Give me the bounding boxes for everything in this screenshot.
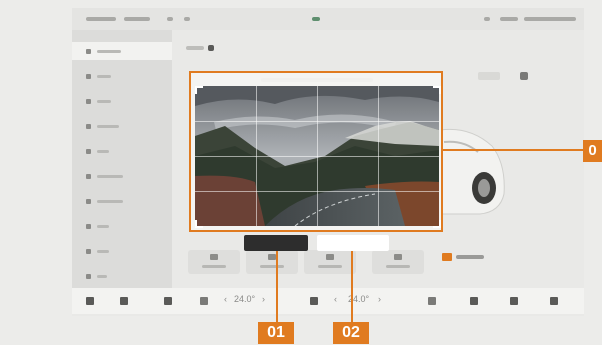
sidebar-item-label (97, 250, 109, 253)
sidebar-item-icon (86, 74, 91, 79)
sidebar-item-icon (86, 124, 91, 129)
seat-heat-icon[interactable] (428, 297, 436, 305)
toggle-label (456, 255, 484, 259)
sidebar-item[interactable] (72, 267, 172, 285)
status-bar (72, 8, 584, 30)
sidebar-item-label (97, 175, 123, 178)
status-icon (484, 17, 490, 21)
callout-line-confirm (351, 251, 353, 322)
sidebar-item[interactable] (72, 117, 172, 135)
sidebar-item-icon (86, 224, 91, 229)
apps-icon[interactable] (510, 297, 518, 305)
section-heading (186, 46, 204, 50)
temp-left: 24.0° (234, 294, 256, 304)
crop-grid-line (195, 191, 439, 192)
sidebar-item-icon (86, 249, 91, 254)
crop-handle-top-right[interactable] (433, 86, 441, 94)
option-icon (268, 254, 276, 260)
callout-tag-frame: 0 (583, 140, 602, 162)
sidebar-item[interactable] (72, 192, 172, 210)
phone-icon[interactable] (164, 297, 172, 305)
sidebar-item-icon (86, 99, 91, 104)
status-item (167, 17, 173, 21)
status-item (184, 17, 190, 21)
sidebar-item-label (97, 50, 121, 53)
crop-handle-bottom-left[interactable] (195, 220, 203, 228)
temp-down-right-icon[interactable]: ‹ (334, 294, 337, 304)
confirm-button[interactable] (317, 235, 389, 251)
sidebar-item-label (97, 225, 109, 228)
option-icon (210, 254, 218, 260)
vehicle-image (440, 128, 505, 215)
callout-tag-cancel: 01 (258, 322, 294, 344)
crop-title-bar (261, 78, 373, 82)
sidebar-item[interactable] (72, 142, 172, 160)
option-card[interactable] (372, 250, 424, 274)
sidebar-item[interactable] (72, 42, 172, 60)
option-label (260, 265, 284, 268)
sidebar-item-icon (86, 199, 91, 204)
car-icon[interactable] (120, 297, 128, 305)
sidebar-item-label (97, 100, 111, 103)
bottom-dock: ‹ 24.0° › ‹ 24.0° › (72, 288, 584, 314)
sidebar-item-icon (86, 49, 91, 54)
crop-grid-line (195, 156, 439, 157)
option-card[interactable] (246, 250, 298, 274)
music-icon[interactable] (470, 297, 478, 305)
sidebar-item-icon (86, 274, 91, 279)
option-label (318, 265, 342, 268)
crop-handle-top-left[interactable] (195, 86, 203, 94)
option-label (202, 265, 226, 268)
pencil-icon[interactable] (520, 72, 528, 80)
sidebar-item-icon (86, 149, 91, 154)
sidebar-item[interactable] (72, 67, 172, 85)
section-info-icon (208, 45, 214, 51)
crop-handle-bottom-right[interactable] (433, 220, 441, 228)
sidebar-item-label (97, 150, 109, 153)
status-item (124, 17, 150, 21)
seat-icon[interactable] (200, 297, 208, 305)
callout-line-frame (443, 149, 583, 151)
center-logo-icon (312, 17, 320, 21)
sidebar-item[interactable] (72, 242, 172, 260)
option-toggle[interactable] (442, 250, 496, 264)
option-card[interactable] (304, 250, 356, 274)
option-icon (394, 254, 402, 260)
status-item (86, 17, 116, 21)
option-icon (326, 254, 334, 260)
sidebar-item-label (97, 75, 111, 78)
home-icon[interactable] (86, 297, 94, 305)
option-card[interactable] (188, 250, 240, 274)
sidebar-item-label (97, 200, 123, 203)
temp-up-left-icon[interactable]: › (262, 294, 265, 304)
option-label (386, 265, 410, 268)
callout-line-cancel (276, 251, 278, 322)
cancel-button[interactable] (244, 235, 308, 251)
fan-icon[interactable] (310, 297, 318, 305)
sidebar-item[interactable] (72, 167, 172, 185)
sidebar-item[interactable] (72, 217, 172, 235)
sidebar-item-icon (86, 174, 91, 179)
sidebar-item-label (97, 275, 107, 278)
temp-up-right-icon[interactable]: › (378, 294, 381, 304)
sidebar-item-label (97, 125, 119, 128)
settings-sidebar (72, 30, 172, 288)
settings-gear-icon[interactable] (550, 297, 558, 305)
toggle-indicator (442, 253, 452, 261)
callout-tag-confirm: 02 (333, 322, 369, 344)
sidebar-item[interactable] (72, 92, 172, 110)
temp-down-left-icon[interactable]: ‹ (224, 294, 227, 304)
edit-field (478, 72, 500, 80)
status-clock (524, 17, 576, 21)
status-item (500, 17, 518, 21)
crop-grid-line (195, 121, 439, 122)
